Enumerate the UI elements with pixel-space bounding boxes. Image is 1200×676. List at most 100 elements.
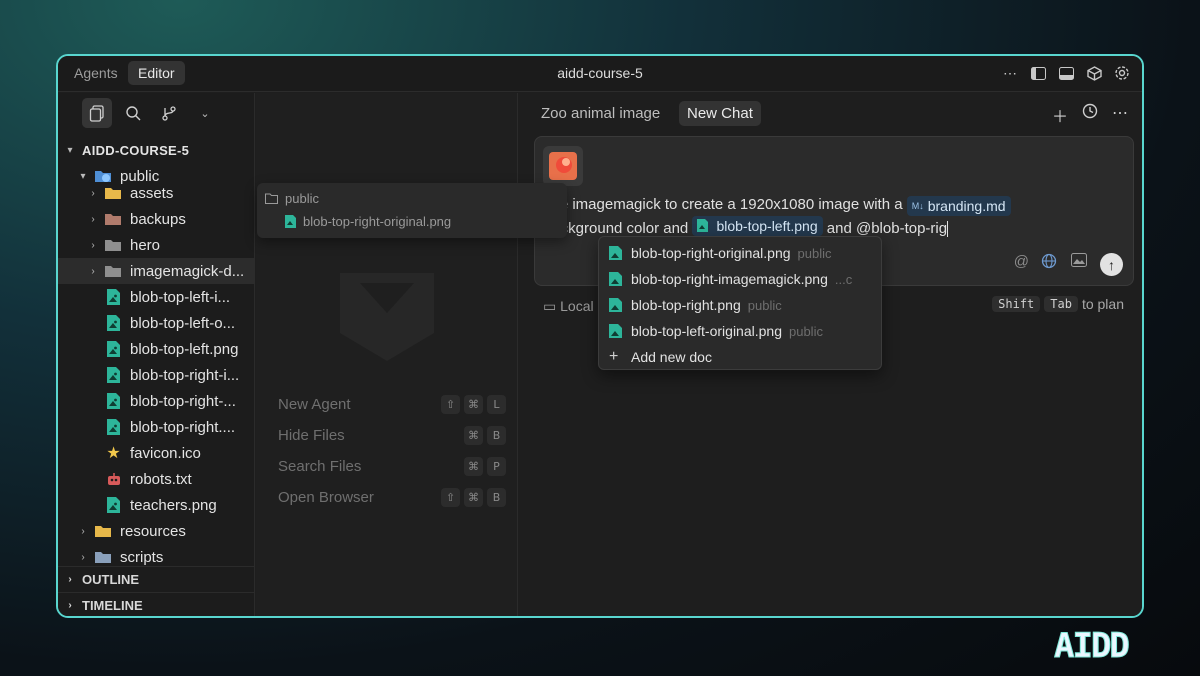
shortcut-key: ⇧ (441, 487, 460, 507)
tree-item-label: blob-top-left-o... (130, 314, 236, 332)
tab-key: Tab (1044, 296, 1078, 312)
source-control-icon[interactable] (154, 98, 184, 128)
folder-icon (105, 263, 122, 280)
window-title: aidd-course-5 (557, 65, 643, 81)
add-new-doc-option[interactable]: + Add new doc (609, 345, 873, 369)
assets-folder-icon (105, 185, 122, 202)
app-logo-icon (340, 273, 434, 361)
settings-icon[interactable] (1112, 62, 1132, 84)
folder-item[interactable]: › backups (58, 206, 255, 232)
tree-item-label: robots.txt (130, 470, 192, 488)
text-cursor (947, 221, 949, 238)
mention-pill-blob-top-left[interactable]: blob-top-left.png (692, 216, 823, 236)
option-name: Add new doc (631, 349, 712, 365)
shortcut-row[interactable]: Search Files ⌘ P (278, 454, 506, 478)
shortcut-row[interactable]: New Agent ⇧ ⌘ L (278, 392, 506, 416)
image-file-icon (105, 393, 122, 410)
file-item[interactable]: teachers.png (58, 492, 255, 518)
folder-icon (105, 237, 122, 254)
cube-icon[interactable] (1084, 62, 1104, 84)
folder-icon (95, 523, 112, 540)
image-file-icon (609, 246, 622, 260)
explorer-sidebar: ⌄ ▾ AIDD-COURSE-5 ▾ public › assets › backups… (58, 93, 255, 616)
mention-option[interactable]: blob-top-right-original.png public (609, 241, 873, 265)
more-icon[interactable]: ⋯ (1000, 62, 1020, 84)
mention-option[interactable]: blob-top-right-imagemagick.png ...c (609, 267, 873, 291)
section-timeline[interactable]: › TIMELINE (58, 592, 255, 616)
shortcut-row[interactable]: Hide Files ⌘ B (278, 423, 506, 447)
mention-option[interactable]: blob-top-left-original.png public (609, 319, 873, 343)
shortcut-label: Hide Files (278, 426, 345, 444)
chevron-right-icon: › (91, 187, 95, 199)
image-file-icon (105, 367, 122, 384)
local-mode-toggle[interactable]: ▭ Local (543, 298, 594, 315)
image-file-icon (609, 272, 622, 286)
mention-pill-branding[interactable]: M↓ branding.md (906, 196, 1011, 216)
globe-icon[interactable] (1041, 253, 1057, 273)
tree-item-label: assets (130, 184, 174, 202)
send-button[interactable]: ↑ (1100, 253, 1123, 276)
tab-agents[interactable]: Agents (64, 61, 128, 85)
image-file-icon (609, 324, 622, 338)
plus-icon: + (609, 348, 619, 365)
history-icon[interactable] (1082, 103, 1098, 127)
shift-key: Shift (992, 296, 1041, 312)
option-name: blob-top-right-original.png (631, 245, 791, 261)
tree-item-label: favicon.ico (130, 444, 201, 462)
more-icon[interactable]: ⋯ (1112, 103, 1128, 127)
tree-item-label: blob-top-right-i... (130, 366, 240, 384)
chevron-right-icon: › (91, 265, 95, 277)
plan-mode-hint: Shift Tab to plan (992, 296, 1124, 312)
file-item[interactable]: blob-top-right-i... (58, 362, 255, 388)
tab-new-chat[interactable]: New Chat (679, 101, 761, 126)
message-text: use imagemagick to create a 1920x1080 im… (544, 196, 903, 213)
file-item[interactable]: blob-top-right-... (58, 388, 255, 414)
root-folder[interactable]: ▾ AIDD-COURSE-5 (58, 137, 255, 163)
mention-dropdown: blob-top-right-original.png public blob-to… (598, 236, 882, 370)
message-input[interactable]: use imagemagick to create a 1920x1080 im… (544, 193, 1124, 240)
panel-bottom-icon[interactable] (1056, 62, 1076, 84)
tab-zoo-animal-image[interactable]: Zoo animal image (533, 101, 661, 126)
drag-preview: public blob-top-right-original.png (257, 183, 567, 238)
shortcut-key: ⌘ (464, 456, 483, 476)
file-item[interactable]: blob-top-left-i... (58, 284, 255, 310)
folder-item[interactable]: › hero (58, 232, 255, 258)
shortcut-row[interactable]: Open Browser ⇧ ⌘ B (278, 485, 506, 509)
empty-editor-area: New Agent ⇧ ⌘ L Hide Files ⌘ B Search Files ⌘ P Op… (256, 93, 518, 616)
files-icon[interactable] (82, 98, 112, 128)
file-item[interactable]: robots.txt (58, 466, 255, 492)
file-item[interactable]: blob-top-left.png (58, 336, 255, 362)
plus-icon[interactable]: ＋ (1052, 103, 1068, 127)
shortcut-label: Search Files (278, 457, 362, 475)
robot-icon (105, 471, 122, 488)
folder-item[interactable]: › assets (58, 180, 255, 206)
sidebar-left-icon[interactable] (1028, 62, 1048, 84)
tree-item-label: blob-top-left-i... (130, 288, 231, 306)
image-file-icon (105, 315, 122, 332)
search-icon[interactable] (118, 98, 148, 128)
folder-icon (265, 193, 278, 204)
section-outline[interactable]: › OUTLINE (58, 566, 255, 592)
tab-editor[interactable]: Editor (128, 61, 185, 85)
aidd-logo: AIDD (1054, 628, 1131, 662)
image-file-icon (697, 219, 709, 232)
folder-item[interactable]: › imagemagick-d... (58, 258, 255, 284)
tree-item-label: backups (130, 210, 186, 228)
image-icon[interactable] (1071, 253, 1087, 271)
chevron-down-icon[interactable]: ⌄ (190, 98, 220, 128)
image-file-icon (105, 289, 122, 306)
mention-option[interactable]: blob-top-right.png public (609, 293, 873, 317)
attached-image-thumbnail[interactable] (543, 146, 583, 186)
tree-item-label: blob-top-right.... (130, 418, 236, 436)
option-path: public (797, 245, 832, 261)
file-item[interactable]: blob-top-right.... (58, 414, 255, 440)
folder-item[interactable]: › resources (58, 518, 255, 544)
shortcut-label: New Agent (278, 395, 351, 413)
file-item[interactable]: ★ favicon.ico (58, 440, 255, 466)
at-mention-icon[interactable]: @ (1014, 253, 1029, 270)
drag-folder-label: public (285, 191, 319, 206)
title-bar: Agents Editor aidd-course-5 ⋯ (58, 56, 1142, 92)
section-outline-label: OUTLINE (82, 572, 140, 587)
markdown-icon: M↓ (911, 201, 924, 211)
file-item[interactable]: blob-top-left-o... (58, 310, 255, 336)
